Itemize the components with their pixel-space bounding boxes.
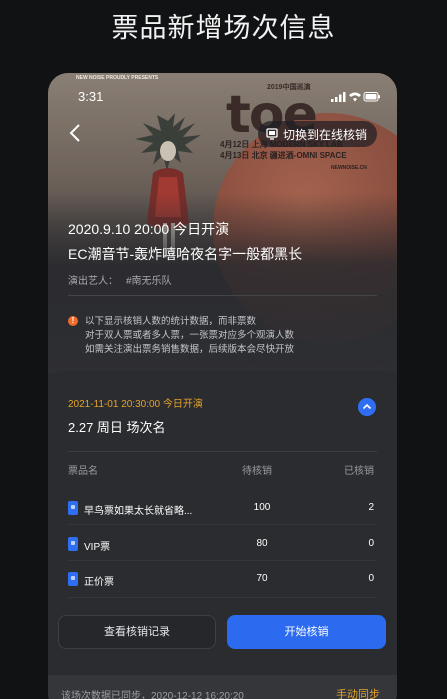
row-divider (68, 560, 377, 561)
notice-text: 以下显示核销人数的统计数据，而非票数 对于双人票或者多人票，一张票对应多个观演人… (85, 315, 294, 357)
table-header: 票品名 待核销 已核销 (68, 462, 374, 480)
status-time: 3:31 (78, 89, 104, 104)
event-title: EC潮音节-轰炸嘻哈夜名字一般都黑长 (68, 246, 303, 262)
done-count: 2 (368, 502, 374, 513)
ticket-name: 正价票 (84, 577, 114, 588)
ticket-name: VIP票 (84, 542, 111, 553)
headline: 票品新增场次信息 (111, 13, 336, 43)
pending-count: 80 (256, 538, 268, 549)
column-header: 票品名 (68, 466, 98, 477)
notice-line: 对于双人票或者多人票，一张票对应多个观演人数 (85, 330, 295, 341)
monitor-icon (266, 128, 278, 140)
event-date: 2020.9.10 20:00 今日开演 (68, 221, 230, 237)
session-card: 2021-11-01 20:30:00 今日开演 2.27 周日 场次名 票品名… (48, 371, 397, 699)
column-header: 待核销 (242, 466, 272, 477)
poster-top-text: NEW NOISE PROUDLY PRESENTS (76, 75, 159, 81)
pending-count: 100 (253, 502, 271, 513)
poster-site: NEWNOISE.CN (331, 165, 367, 171)
artist-label: 演出艺人： (68, 276, 118, 287)
signal-icon (331, 99, 334, 102)
start-verify-button[interactable]: 开始核销 (227, 615, 386, 649)
wifi-icon (349, 92, 361, 102)
poster-venue-line: 4月13日 北京 疆进酒-OMNI SPACE (220, 151, 347, 160)
notice-line: 如需关注演出票务销售数据，后续版本会尽快开放 (85, 344, 295, 355)
chevron-up-icon[interactable] (358, 398, 376, 416)
session-date: 2021-11-01 20:30:00 今日开演 (68, 399, 203, 410)
status-icons (331, 92, 380, 102)
exclamation-icon: ! (68, 316, 78, 326)
chevron-left-icon[interactable] (68, 123, 84, 143)
table-row: VIP票 80 0 (68, 534, 374, 554)
column-header: 已核销 (344, 466, 374, 477)
row-divider (68, 597, 377, 598)
view-records-button[interactable]: 查看核销记录 (58, 615, 216, 649)
divider (68, 295, 377, 296)
table-row: 正价票 70 0 (68, 569, 374, 589)
poster-year: 2019中国巡演 (267, 84, 311, 91)
switch-online-button[interactable]: 切换到在线核销 (258, 121, 378, 147)
ticket-name: 早鸟票如果太长就省略... (84, 506, 193, 517)
session-title: 2.27 周日 场次名 (68, 420, 166, 435)
event-poster: NEW NOISE PROUDLY PRESENTS toe 2019中国巡演 … (48, 73, 397, 373)
manual-sync-button[interactable]: 手动同步 (336, 686, 380, 699)
sync-bar: 该场次数据已同步，2020-12-12 16:20:20 手动同步 (48, 675, 397, 699)
ticket-icon (68, 572, 78, 586)
artist-line: 演出艺人： #南无乐队 (68, 272, 172, 287)
artist-value: #南无乐队 (126, 276, 172, 287)
row-divider (68, 524, 377, 525)
done-count: 0 (368, 573, 374, 584)
switch-online-label: 切换到在线核销 (283, 127, 368, 142)
ticket-icon (68, 537, 78, 551)
done-count: 0 (368, 538, 374, 549)
divider (68, 451, 377, 452)
sync-status: 该场次数据已同步，2020-12-12 16:20:20 (61, 691, 244, 699)
ticket-icon (68, 501, 78, 515)
table-row: 早鸟票如果太长就省略... 100 2 (68, 498, 374, 518)
pending-count: 70 (256, 573, 268, 584)
phone-screen: NEW NOISE PROUDLY PRESENTS toe 2019中国巡演 … (48, 73, 397, 699)
notice-line: 以下显示核销人数的统计数据，而非票数 (85, 316, 257, 327)
